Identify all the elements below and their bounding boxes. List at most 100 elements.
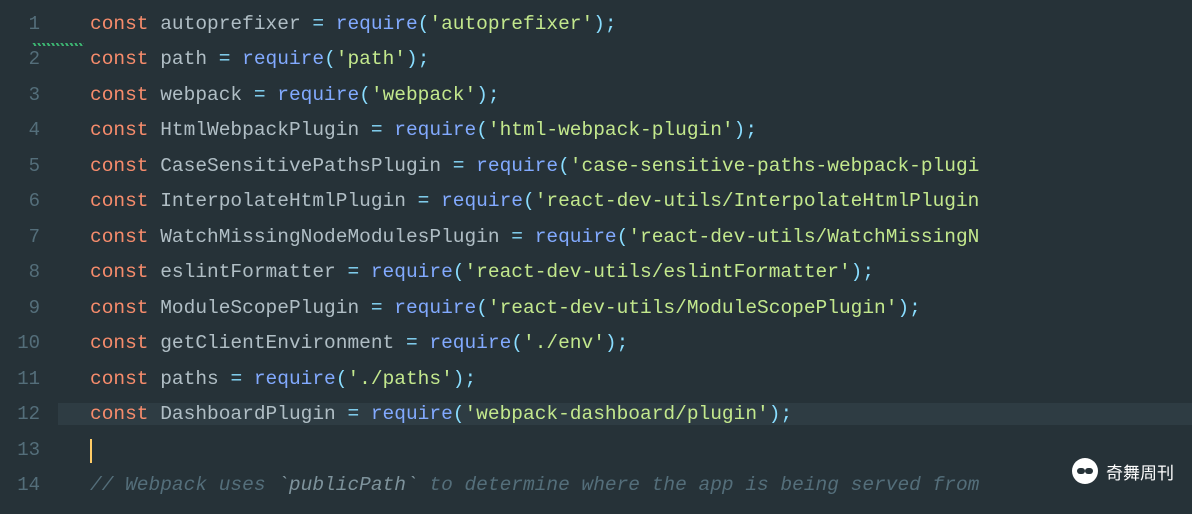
token-cm: to determine where the app is being serv…	[418, 474, 980, 496]
token-id: eslintFormatter	[149, 261, 348, 283]
code-line[interactable]: 10const getClientEnvironment = require('…	[0, 326, 1192, 362]
token-str: './env'	[523, 332, 605, 354]
code-line[interactable]: 11const paths = require('./paths');	[0, 361, 1192, 397]
token-pun: (	[359, 84, 371, 106]
token-pun: )	[897, 297, 909, 319]
token-pun: )	[453, 368, 465, 390]
code-content[interactable]: const getClientEnvironment = require('./…	[58, 332, 1192, 354]
token-fn: require	[394, 297, 476, 319]
line-number: 6	[0, 190, 58, 212]
code-content[interactable]	[58, 435, 1192, 465]
token-pun: (	[617, 226, 629, 248]
token-kw: const	[90, 297, 149, 319]
token-id: CaseSensitivePathsPlugin	[149, 155, 453, 177]
token-cm-code: `publicPath`	[277, 474, 417, 496]
code-line[interactable]: 9const ModuleScopePlugin = require('reac…	[0, 290, 1192, 326]
code-content[interactable]: const path = require('path');	[58, 48, 1192, 70]
code-line[interactable]: 3const webpack = require('webpack');	[0, 77, 1192, 113]
token-pun: =	[312, 13, 324, 35]
line-number: 9	[0, 297, 58, 319]
token-pun: ;	[605, 13, 617, 35]
token-kw: const	[90, 48, 149, 70]
token-pun: (	[523, 190, 535, 212]
token-pun: )	[734, 119, 746, 141]
code-editor[interactable]: 1const autoprefixer = require('autoprefi…	[0, 0, 1192, 514]
token-fn: require	[371, 403, 453, 425]
token-cm: // Webpack uses	[90, 474, 277, 496]
code-content[interactable]: const autoprefixer = require('autoprefix…	[58, 13, 1192, 35]
code-line[interactable]: 5const CaseSensitivePathsPlugin = requir…	[0, 148, 1192, 184]
token-pun: ;	[780, 403, 792, 425]
token-id: WatchMissingNodeModulesPlugin	[149, 226, 512, 248]
code-content[interactable]: const eslintFormatter = require('react-d…	[58, 261, 1192, 283]
token-str: 'case-sensitive-paths-webpack-plugi	[570, 155, 980, 177]
line-number: 7	[0, 226, 58, 248]
token-pun: =	[254, 84, 266, 106]
token-id	[383, 297, 395, 319]
token-pun: (	[511, 332, 523, 354]
token-pun: )	[476, 84, 488, 106]
code-content[interactable]: // Webpack uses `publicPath` to determin…	[58, 474, 1192, 496]
token-fn: require	[429, 332, 511, 354]
token-id	[242, 368, 254, 390]
token-str: 'react-dev-utils/WatchMissingN	[628, 226, 979, 248]
token-str: 'react-dev-utils/InterpolateHtmlPlugin	[535, 190, 980, 212]
token-pun: ;	[465, 368, 477, 390]
token-fn: require	[254, 368, 336, 390]
token-id	[429, 190, 441, 212]
line-number: 3	[0, 84, 58, 106]
code-content[interactable]: const webpack = require('webpack');	[58, 84, 1192, 106]
code-line[interactable]: 2const path = require('path');	[0, 42, 1192, 78]
code-content[interactable]: const CaseSensitivePathsPlugin = require…	[58, 155, 1192, 177]
token-id	[359, 403, 371, 425]
token-kw: const	[90, 403, 149, 425]
token-str: 'react-dev-utils/ModuleScopePlugin'	[488, 297, 898, 319]
token-str: 'html-webpack-plugin'	[488, 119, 734, 141]
token-id	[230, 48, 242, 70]
token-pun: )	[593, 13, 605, 35]
token-id: webpack	[149, 84, 254, 106]
line-number: 2	[0, 48, 58, 70]
code-content[interactable]: const DashboardPlugin = require('webpack…	[58, 403, 1192, 425]
token-pun: ;	[745, 119, 757, 141]
token-pun: (	[476, 297, 488, 319]
token-pun: =	[371, 297, 383, 319]
token-str: './paths'	[347, 368, 452, 390]
token-pun: (	[476, 119, 488, 141]
token-id: getClientEnvironment	[149, 332, 406, 354]
code-content[interactable]: const InterpolateHtmlPlugin = require('r…	[58, 190, 1192, 212]
token-pun: (	[453, 261, 465, 283]
token-pun: =	[347, 403, 359, 425]
code-line[interactable]: 1const autoprefixer = require('autoprefi…	[0, 6, 1192, 42]
code-content[interactable]: const paths = require('./paths');	[58, 368, 1192, 390]
code-content[interactable]: const ModuleScopePlugin = require('react…	[58, 297, 1192, 319]
token-id: HtmlWebpackPlugin	[149, 119, 371, 141]
token-fn: require	[336, 13, 418, 35]
token-pun: (	[418, 13, 430, 35]
token-pun: =	[406, 332, 418, 354]
code-content[interactable]: const HtmlWebpackPlugin = require('html-…	[58, 119, 1192, 141]
token-pun: ;	[488, 84, 500, 106]
code-line[interactable]: 7const WatchMissingNodeModulesPlugin = r…	[0, 219, 1192, 255]
code-line[interactable]: 6const InterpolateHtmlPlugin = require('…	[0, 184, 1192, 220]
code-content[interactable]: const WatchMissingNodeModulesPlugin = re…	[58, 226, 1192, 248]
token-id: InterpolateHtmlPlugin	[149, 190, 418, 212]
token-pun: (	[453, 403, 465, 425]
token-pun: )	[406, 48, 418, 70]
token-id	[383, 119, 395, 141]
code-line[interactable]: 4const HtmlWebpackPlugin = require('html…	[0, 113, 1192, 149]
token-id: DashboardPlugin	[149, 403, 348, 425]
code-line[interactable]: 13	[0, 432, 1192, 468]
token-id	[266, 84, 278, 106]
token-pun: =	[230, 368, 242, 390]
code-line[interactable]: 8const eslintFormatter = require('react-…	[0, 255, 1192, 291]
token-pun: =	[219, 48, 231, 70]
token-kw: const	[90, 368, 149, 390]
token-kw: const	[90, 332, 149, 354]
token-pun: )	[605, 332, 617, 354]
text-caret	[90, 439, 92, 463]
code-line[interactable]: 14// Webpack uses `publicPath` to determ…	[0, 468, 1192, 504]
token-fn: require	[535, 226, 617, 248]
token-fn: require	[242, 48, 324, 70]
code-line[interactable]: 12const DashboardPlugin = require('webpa…	[0, 397, 1192, 433]
